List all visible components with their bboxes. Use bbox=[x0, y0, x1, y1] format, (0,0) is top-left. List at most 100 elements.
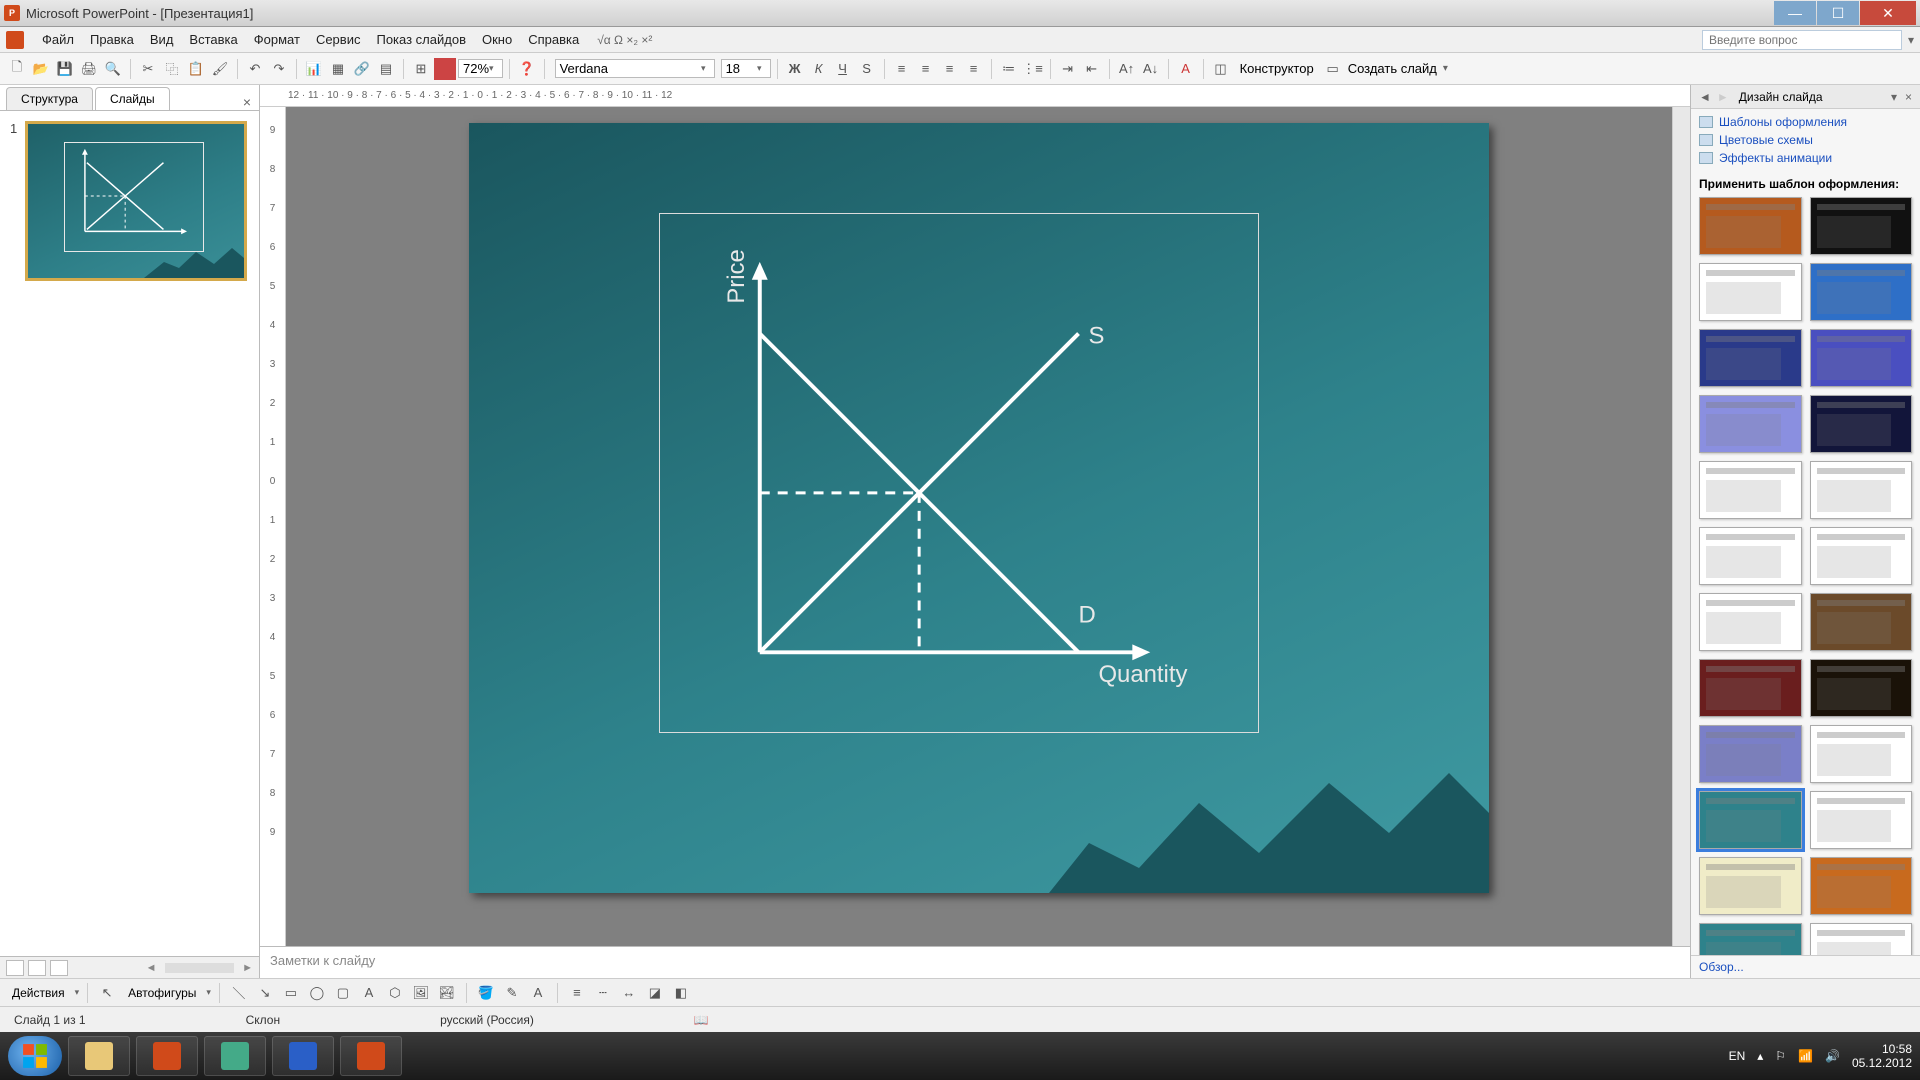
task-powerpoint-running[interactable] bbox=[340, 1036, 402, 1076]
tray-network-icon[interactable]: 📶 bbox=[1798, 1049, 1813, 1063]
chart-placeholder[interactable]: Price S D Quantity bbox=[659, 213, 1259, 733]
shadow-button[interactable]: S bbox=[856, 58, 878, 80]
template-thumb[interactable] bbox=[1699, 197, 1802, 255]
menu-вставка[interactable]: Вставка bbox=[181, 29, 245, 50]
template-thumb[interactable] bbox=[1810, 791, 1913, 849]
line-color-tool[interactable]: ✎ bbox=[501, 982, 523, 1004]
picture-tool[interactable]: 🏞 bbox=[436, 982, 458, 1004]
browse-link[interactable]: Обзор... bbox=[1699, 960, 1744, 974]
template-thumb[interactable] bbox=[1810, 197, 1913, 255]
vertical-scrollbar[interactable] bbox=[1672, 107, 1690, 946]
design-link-2[interactable]: Эффекты анимации bbox=[1699, 151, 1912, 165]
align-center-button[interactable]: ≡ bbox=[915, 58, 937, 80]
pane-menu-icon[interactable]: ▾ bbox=[1891, 90, 1897, 104]
design-link-1[interactable]: Цветовые схемы bbox=[1699, 133, 1912, 147]
design-link-0[interactable]: Шаблоны оформления bbox=[1699, 115, 1912, 129]
copy-button[interactable]: ⿻ bbox=[161, 58, 183, 80]
task-explorer[interactable] bbox=[68, 1036, 130, 1076]
font-color-tool[interactable]: A bbox=[527, 982, 549, 1004]
template-thumb[interactable] bbox=[1699, 263, 1802, 321]
new-button[interactable]: 🗋 bbox=[6, 58, 28, 80]
zoom-combo[interactable]: 72%▾ bbox=[458, 59, 503, 78]
formula-icon[interactable]: √α Ω ×₂ ×² bbox=[597, 33, 652, 47]
italic-button[interactable]: К bbox=[808, 58, 830, 80]
notes-pane[interactable]: Заметки к слайду bbox=[260, 946, 1690, 978]
table-button[interactable]: ▦ bbox=[327, 58, 349, 80]
select-tool[interactable]: ↖ bbox=[96, 982, 118, 1004]
template-thumb[interactable] bbox=[1810, 725, 1913, 783]
increase-indent-button[interactable]: ⇥ bbox=[1057, 58, 1079, 80]
template-thumb[interactable] bbox=[1810, 395, 1913, 453]
close-button[interactable]: ✕ bbox=[1860, 1, 1916, 25]
line-tool[interactable]: ＼ bbox=[228, 982, 250, 1004]
task-unknown[interactable] bbox=[204, 1036, 266, 1076]
font-color-button[interactable]: A bbox=[1175, 58, 1197, 80]
tray-language[interactable]: EN bbox=[1729, 1049, 1746, 1063]
bullets-button[interactable]: ⋮≡ bbox=[1022, 58, 1044, 80]
autoshapes-menu[interactable]: Автофигуры bbox=[122, 984, 202, 1002]
align-right-button[interactable]: ≡ bbox=[939, 58, 961, 80]
normal-view-button[interactable] bbox=[6, 960, 24, 976]
tab-slides[interactable]: Слайды bbox=[95, 87, 170, 110]
menu-сервис[interactable]: Сервис bbox=[308, 29, 369, 50]
template-thumb[interactable] bbox=[1810, 461, 1913, 519]
template-thumb[interactable] bbox=[1810, 263, 1913, 321]
template-thumb[interactable] bbox=[1699, 593, 1802, 651]
new-slide-icon[interactable]: ▭ bbox=[1322, 58, 1344, 80]
new-slide-dropdown-icon[interactable]: ▾ bbox=[1443, 63, 1448, 74]
minimize-button[interactable]: — bbox=[1774, 1, 1816, 25]
designer-icon[interactable]: ◫ bbox=[1210, 58, 1232, 80]
save-button[interactable]: 💾 bbox=[54, 58, 76, 80]
menu-вид[interactable]: Вид bbox=[142, 29, 182, 50]
paste-button[interactable]: 📋 bbox=[185, 58, 207, 80]
wordart-tool[interactable]: A bbox=[358, 982, 380, 1004]
help-dropdown-icon[interactable]: ▾ bbox=[1908, 33, 1914, 47]
increase-font-button[interactable]: A↑ bbox=[1116, 58, 1138, 80]
color-button[interactable] bbox=[434, 58, 456, 80]
align-left-button[interactable]: ≡ bbox=[891, 58, 913, 80]
powerpoint-icon[interactable] bbox=[6, 31, 24, 49]
help-search-input[interactable] bbox=[1702, 30, 1902, 50]
fill-color-tool[interactable]: 🪣 bbox=[475, 982, 497, 1004]
font-size-combo[interactable]: 18▾ bbox=[721, 59, 771, 78]
menu-формат[interactable]: Формат bbox=[246, 29, 308, 50]
menu-правка[interactable]: Правка bbox=[82, 29, 142, 50]
slideshow-view-button[interactable] bbox=[50, 960, 68, 976]
chart-button[interactable]: 📊 bbox=[303, 58, 325, 80]
decrease-indent-button[interactable]: ⇤ bbox=[1081, 58, 1103, 80]
menu-справка[interactable]: Справка bbox=[520, 29, 587, 50]
textbox-tool[interactable]: ▢ bbox=[332, 982, 354, 1004]
hyperlink-button[interactable]: 🔗 bbox=[351, 58, 373, 80]
template-thumb[interactable] bbox=[1699, 527, 1802, 585]
slide-thumbnail[interactable] bbox=[25, 121, 247, 281]
pane-close-icon[interactable]: × bbox=[1905, 90, 1912, 104]
template-thumb[interactable] bbox=[1810, 923, 1913, 955]
print-button[interactable]: 🖨 bbox=[78, 58, 100, 80]
oval-tool[interactable]: ◯ bbox=[306, 982, 328, 1004]
template-thumb[interactable] bbox=[1810, 527, 1913, 585]
tray-clock[interactable]: 10:58 05.12.2012 bbox=[1852, 1042, 1912, 1071]
actions-menu[interactable]: Действия bbox=[6, 984, 71, 1002]
menu-окно[interactable]: Окно bbox=[474, 29, 520, 50]
line-style-tool[interactable]: ≡ bbox=[566, 982, 588, 1004]
template-thumb[interactable] bbox=[1810, 593, 1913, 651]
format-painter-button[interactable]: 🖌 bbox=[209, 58, 231, 80]
clipart-tool[interactable]: 🖼 bbox=[410, 982, 432, 1004]
task-word[interactable] bbox=[272, 1036, 334, 1076]
maximize-button[interactable]: ☐ bbox=[1817, 1, 1859, 25]
template-thumb[interactable] bbox=[1699, 329, 1802, 387]
diagram-tool[interactable]: ⬡ bbox=[384, 982, 406, 1004]
spellcheck-icon[interactable]: 📖 bbox=[694, 1013, 709, 1027]
tab-structure[interactable]: Структура bbox=[6, 87, 93, 110]
tables-borders-button[interactable]: ▤ bbox=[375, 58, 397, 80]
menu-файл[interactable]: Файл bbox=[34, 29, 82, 50]
rectangle-tool[interactable]: ▭ bbox=[280, 982, 302, 1004]
cut-button[interactable]: ✂ bbox=[137, 58, 159, 80]
template-thumb[interactable] bbox=[1810, 857, 1913, 915]
template-thumb[interactable] bbox=[1699, 725, 1802, 783]
template-thumb[interactable] bbox=[1699, 395, 1802, 453]
show-grid-button[interactable]: ⊞ bbox=[410, 58, 432, 80]
sorter-view-button[interactable] bbox=[28, 960, 46, 976]
font-combo[interactable]: Verdana▾ bbox=[555, 59, 715, 78]
template-thumb[interactable] bbox=[1699, 857, 1802, 915]
